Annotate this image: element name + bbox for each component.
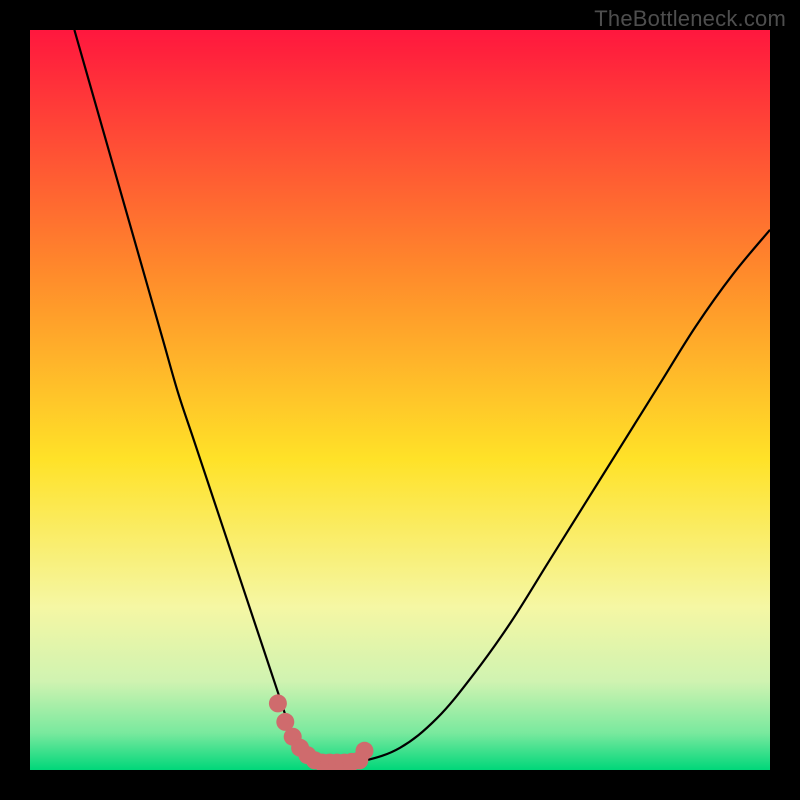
marker-dot bbox=[269, 694, 287, 712]
marker-dot bbox=[355, 742, 373, 760]
chart-frame: TheBottleneck.com bbox=[0, 0, 800, 800]
gradient-background bbox=[30, 30, 770, 770]
watermark-text: TheBottleneck.com bbox=[594, 6, 786, 32]
bottleneck-chart bbox=[30, 30, 770, 770]
plot-area bbox=[30, 30, 770, 770]
